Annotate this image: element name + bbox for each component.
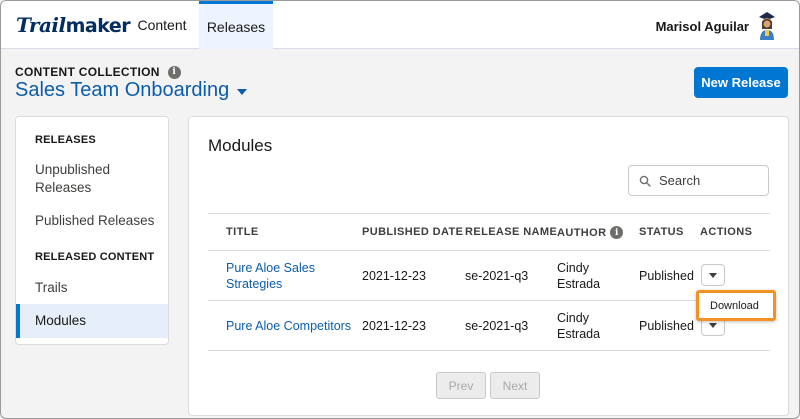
- column-header-title[interactable]: TITLE: [226, 226, 259, 238]
- modules-panel: Modules TITLE PUBLISHED DATE RELEASE NAM…: [188, 116, 789, 416]
- logo-text-trail: Trail: [16, 13, 66, 37]
- sidebar-item-modules[interactable]: Modules: [16, 304, 168, 338]
- sidebar-heading-releases: RELEASES: [35, 134, 96, 146]
- logo-text-maker: maker: [65, 15, 131, 37]
- next-button[interactable]: Next: [490, 372, 540, 399]
- author-name: Cindy Estrada: [557, 260, 600, 292]
- chevron-down-icon: [709, 272, 717, 278]
- prev-button[interactable]: Prev: [436, 372, 486, 399]
- row-actions-button[interactable]: [701, 264, 725, 286]
- sidebar: RELEASES Unpublished Releases Published …: [15, 116, 169, 345]
- collection-selector[interactable]: Sales Team Onboarding: [15, 79, 248, 102]
- author-line: Estrada: [557, 277, 601, 291]
- status-text: Published: [639, 319, 694, 333]
- author-line: Cindy: [557, 311, 589, 325]
- search-box[interactable]: [628, 165, 769, 196]
- avatar-icon[interactable]: [753, 9, 781, 41]
- sidebar-item-trails[interactable]: Trails: [16, 279, 168, 297]
- release-name: se-2021-q3: [465, 319, 529, 333]
- user-name[interactable]: Marisol Aguilar: [656, 19, 749, 34]
- table-header: TITLE PUBLISHED DATE RELEASE NAME AUTHOR…: [208, 213, 770, 251]
- published-date: 2021-12-23: [362, 269, 426, 283]
- sidebar-item-modules-label: Modules: [35, 313, 87, 328]
- column-header-published-date[interactable]: PUBLISHED DATE: [362, 226, 463, 238]
- chevron-down-icon: [709, 322, 717, 328]
- table-row: Pure Aloe Competitors 2021-12-23 se-2021…: [208, 301, 770, 351]
- info-icon[interactable]: i: [610, 226, 624, 239]
- module-title-line: Strategies: [226, 277, 283, 291]
- published-date: 2021-12-23: [362, 319, 426, 333]
- chevron-down-icon: [237, 89, 248, 95]
- author-name: Cindy Estrada: [557, 310, 600, 342]
- author-line: Estrada: [557, 327, 601, 341]
- release-name: se-2021-q3: [465, 269, 529, 283]
- info-icon[interactable]: i: [167, 65, 181, 79]
- column-header-actions: ACTIONS: [700, 226, 753, 238]
- download-menu-item[interactable]: Download: [696, 290, 776, 321]
- column-header-author[interactable]: AUTHOR i: [557, 226, 624, 239]
- content-collection-text: CONTENT COLLECTION: [15, 65, 160, 79]
- page-title: Modules: [208, 136, 273, 155]
- table-row: Pure Aloe Sales Strategies 2021-12-23 se…: [208, 251, 770, 301]
- module-title-link[interactable]: Pure Aloe Sales Strategies: [226, 260, 315, 292]
- sidebar-item-published-releases[interactable]: Published Releases: [16, 212, 168, 230]
- app-window: Trail maker Content Releases Marisol Agui…: [0, 0, 800, 419]
- search-input[interactable]: [659, 173, 759, 188]
- trailmaker-logo[interactable]: Trail maker: [16, 13, 131, 37]
- tab-content[interactable]: Content: [125, 1, 199, 49]
- search-icon: [639, 175, 651, 187]
- sidebar-heading-released-content: RELEASED CONTENT: [35, 251, 155, 263]
- collection-title: Sales Team Onboarding: [15, 79, 230, 101]
- author-line: Cindy: [557, 261, 589, 275]
- module-title-link[interactable]: Pure Aloe Competitors: [226, 318, 351, 334]
- tab-releases[interactable]: Releases: [199, 1, 273, 49]
- module-title-line: Pure Aloe Sales: [226, 261, 315, 275]
- column-header-author-label: AUTHOR: [557, 226, 607, 239]
- sidebar-item-unpublished-releases[interactable]: Unpublished Releases: [16, 161, 136, 197]
- new-release-button[interactable]: New Release: [694, 67, 788, 98]
- top-nav-bar: Trail maker Content Releases Marisol Agui…: [1, 1, 799, 49]
- content-collection-label: CONTENT COLLECTION i: [15, 65, 181, 79]
- column-header-release-name[interactable]: RELEASE NAME: [465, 226, 557, 238]
- status-text: Published: [639, 269, 694, 283]
- column-header-status[interactable]: STATUS: [639, 226, 684, 238]
